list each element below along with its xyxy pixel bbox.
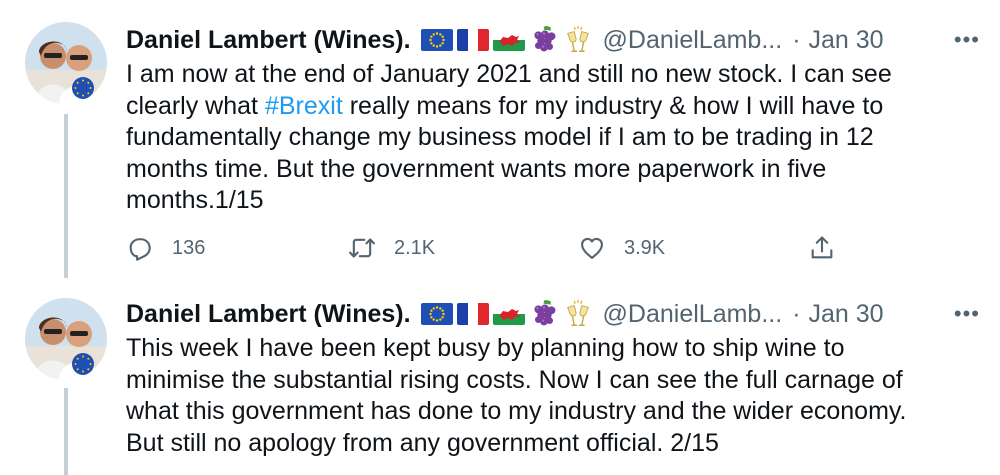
france-flag-icon [457,303,489,325]
text-segment: months.1/15 [126,186,264,214]
text-line: clearly what #Brexit really means for my… [126,91,970,123]
separator-dot: · [792,25,801,54]
eu-flag-icon [421,29,453,51]
tweet-text: I am now at the end of January 2021 and … [126,59,970,217]
text-line: But still no apology from any government… [126,428,970,460]
tweet-header: Daniel Lambert (Wines). @DanielLamb... ·… [126,294,980,334]
avatar[interactable] [25,298,107,380]
text-segment: really means for my industry & how I wil… [342,91,884,120]
author-handle[interactable]: @DanielLamb... [603,26,783,55]
text-line: fundamentally change my business model i… [126,122,970,154]
tweet-date[interactable]: Jan 30 [809,300,884,329]
avatar[interactable] [25,22,107,104]
retweet-icon [348,234,376,262]
text-segment: clearly what [126,91,265,120]
wales-flag-icon [493,303,525,325]
text-segment: fundamentally change my business model i… [126,123,874,151]
author-name[interactable]: Daniel Lambert (Wines). [126,300,411,329]
eu-flag-icon [421,303,453,325]
tweet-actions: 136 2.1K 3.9K [126,228,846,268]
text-line: months.1/15 [126,185,970,217]
name-emojis [421,25,593,55]
tweet[interactable]: Daniel Lambert (Wines). @DanielLamb... ·… [0,0,1000,278]
reply-button[interactable]: 136 [126,234,205,262]
grapes-icon [529,299,559,329]
like-count: 3.9K [624,236,666,259]
tweet-header: Daniel Lambert (Wines). @DanielLamb... ·… [126,20,980,60]
share-icon [808,234,836,262]
reply-icon [126,234,154,262]
like-icon [578,234,606,262]
thread-line [64,114,68,278]
hashtag-link[interactable]: #Brexit [265,92,343,120]
like-button[interactable]: 3.9K [578,234,665,262]
separator-dot: · [792,299,801,328]
text-segment: This week I have been kept busy by plann… [126,334,845,362]
text-segment: months time. But the government wants mo… [126,154,827,183]
name-emojis [421,299,593,329]
thread-line [64,388,68,475]
share-button[interactable] [808,234,836,262]
text-line: months time. But the government wants mo… [126,154,970,186]
text-segment: what this government has done to my indu… [126,397,907,425]
text-segment: But still no apology from any government… [126,428,719,457]
reply-count: 136 [172,236,206,259]
text-line: This week I have been kept busy by plann… [126,333,970,365]
more-options-icon[interactable]: ••• [954,294,980,334]
text-line: minimise the substantial rising costs. N… [126,365,970,397]
tweet-text: This week I have been kept busy by plann… [126,333,970,459]
retweet-button[interactable]: 2.1K [348,234,435,262]
retweet-count: 2.1K [394,236,436,259]
text-segment: I am now at the end of January 2021 and … [126,60,892,88]
france-flag-icon [457,29,489,51]
tweet[interactable]: Daniel Lambert (Wines). @DanielLamb... ·… [0,278,1000,475]
author-name[interactable]: Daniel Lambert (Wines). [126,26,411,55]
grapes-icon [529,25,559,55]
text-line: what this government has done to my indu… [126,396,970,428]
wales-flag-icon [493,29,525,51]
more-options-icon[interactable]: ••• [954,20,980,60]
tweet-date[interactable]: Jan 30 [809,26,884,55]
clinking-glasses-icon [563,25,593,55]
text-line: I am now at the end of January 2021 and … [126,59,970,91]
clinking-glasses-icon [563,299,593,329]
text-segment: minimise the substantial rising costs. N… [126,365,903,394]
author-handle[interactable]: @DanielLamb... [603,300,783,329]
